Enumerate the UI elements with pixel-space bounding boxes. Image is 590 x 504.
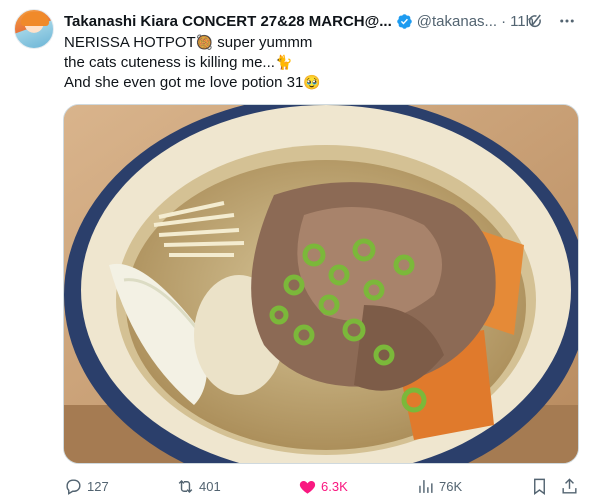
- tweet-line: the cats cuteness is killing me...🐈: [64, 54, 293, 71]
- repost-icon: [178, 479, 193, 493]
- tweet-actions: 127 401 6.3K 76K: [64, 474, 580, 498]
- heart-icon: [299, 480, 316, 494]
- share-icon: [562, 477, 577, 494]
- bookmark-icon: [534, 478, 545, 495]
- share-button[interactable]: [560, 477, 583, 496]
- author-display-name[interactable]: Takanashi Kiara CONCERT 27&28 MARCH@...: [64, 13, 392, 30]
- reply-icon: [66, 478, 81, 495]
- author-avatar[interactable]: [14, 9, 54, 49]
- tweet-line: NERISSA HOTPOT🥘 super yummm: [64, 34, 313, 51]
- views-button[interactable]: 76K: [416, 477, 462, 496]
- tweet-text: NERISSA HOTPOT🥘 super yummm the cats cut…: [64, 33, 574, 93]
- tweet-photo[interactable]: [63, 104, 579, 464]
- like-button[interactable]: 6.3K: [298, 477, 348, 496]
- repost-count: 401: [199, 478, 221, 494]
- tweet-header: Takanashi Kiara CONCERT 27&28 MARCH@... …: [64, 11, 580, 31]
- more-icon[interactable]: [558, 12, 576, 30]
- like-count: 6.3K: [321, 478, 348, 494]
- teary-face-emoji: 🥹: [303, 75, 321, 91]
- cat-emoji: 🐈: [274, 55, 293, 71]
- views-icon: [419, 479, 433, 493]
- verified-badge-icon[interactable]: [396, 13, 413, 30]
- bookmark-button[interactable]: [530, 477, 553, 496]
- grok-icon[interactable]: [526, 12, 544, 30]
- separator-dot: ·: [501, 12, 507, 30]
- hotpot-photo-illustration: [64, 105, 578, 463]
- hotpot-emoji: 🥘: [195, 35, 214, 51]
- author-handle[interactable]: @takanas...: [417, 13, 497, 30]
- tweet-line: And she even got me love potion 31🥹: [64, 74, 321, 91]
- view-count: 76K: [439, 478, 463, 494]
- reply-count: 127: [87, 478, 109, 494]
- repost-button[interactable]: 401: [176, 477, 221, 496]
- reply-button[interactable]: 127: [64, 477, 109, 496]
